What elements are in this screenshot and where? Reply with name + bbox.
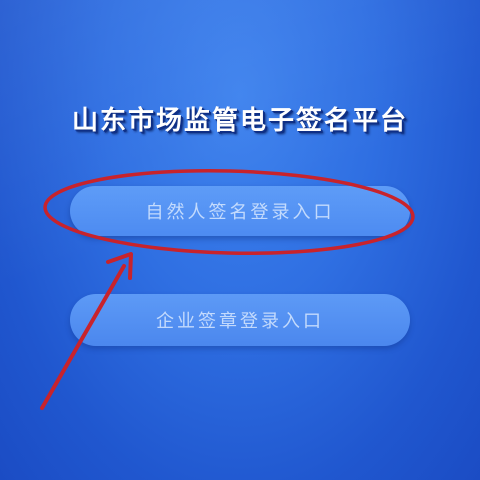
enterprise-login-button[interactable]: 企业签章登录入口 xyxy=(70,294,410,346)
background-highlight xyxy=(0,0,480,480)
natural-person-login-button[interactable]: 自然人签名登录入口 xyxy=(70,186,410,236)
page-title: 山东市场监管电子签名平台 xyxy=(71,106,408,136)
